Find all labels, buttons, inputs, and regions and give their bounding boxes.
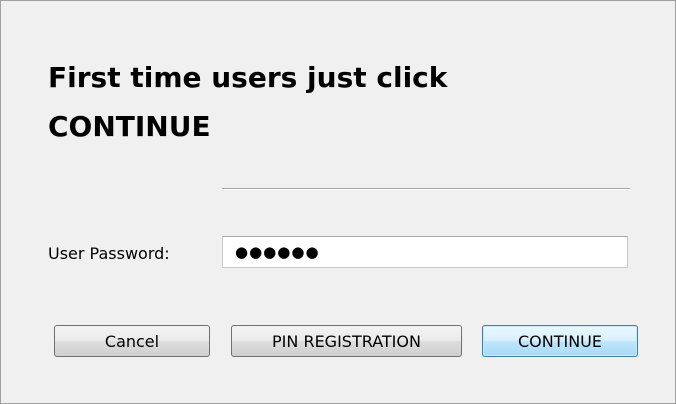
password-label: User Password: — [48, 244, 170, 263]
separator-line — [222, 188, 630, 190]
password-masked-value: ●●●●●● — [235, 243, 320, 261]
dialog-heading: First time users just click CONTINUE — [48, 61, 448, 143]
continue-button[interactable]: CONTINUE — [482, 325, 638, 357]
login-dialog: First time users just click CONTINUE Use… — [0, 0, 676, 404]
pin-registration-button[interactable]: PIN REGISTRATION — [231, 325, 462, 357]
cancel-button[interactable]: Cancel — [54, 325, 210, 357]
password-input[interactable]: ●●●●●● — [222, 236, 628, 268]
